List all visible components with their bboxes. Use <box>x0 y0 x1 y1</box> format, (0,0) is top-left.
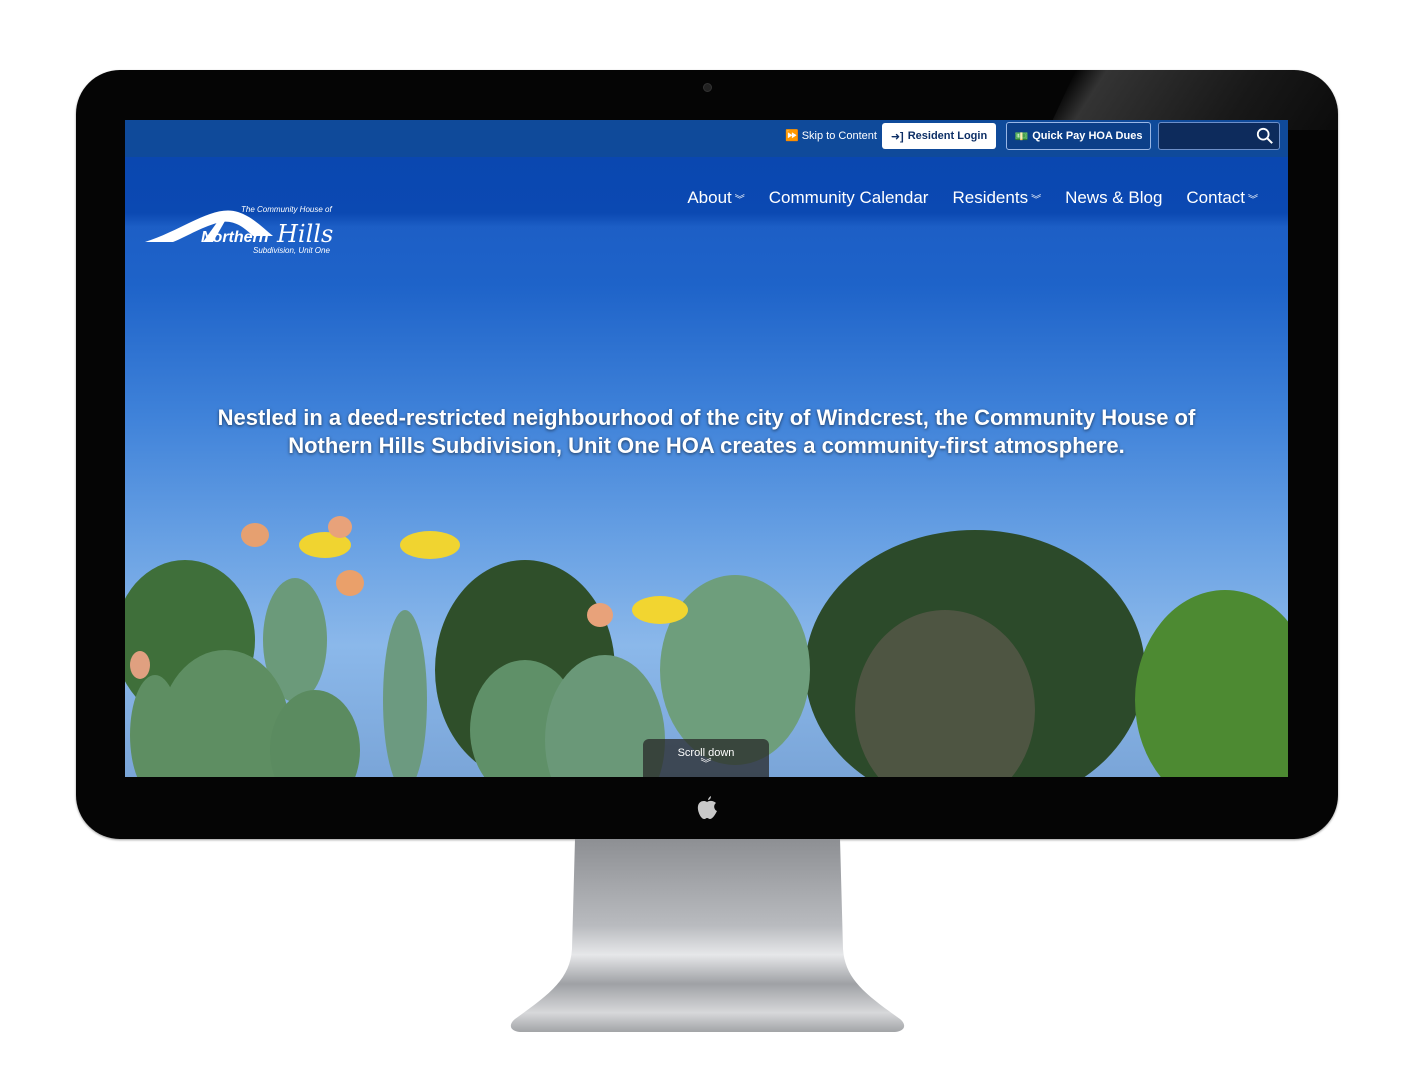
logo-name2: Hills <box>276 220 333 248</box>
hero-tagline: Nestled in a deed-restricted neighbourho… <box>217 405 1196 458</box>
hero-image <box>125 516 1288 777</box>
resident-login-button[interactable]: ➜] Resident Login <box>882 123 996 149</box>
sign-in-icon: ➜] <box>890 130 904 143</box>
nav-label: Contact <box>1186 188 1245 207</box>
apple-icon <box>697 796 717 819</box>
monitor-stand <box>510 839 905 1032</box>
money-bill-icon: 💵 <box>1014 130 1029 143</box>
logo-line1: The Community House of <box>241 205 332 214</box>
nav-item-news-blog[interactable]: News & Blog <box>1053 188 1174 208</box>
nav-item-contact[interactable]: Contact ︾ <box>1174 188 1270 208</box>
chevron-down-icon: ︾ <box>734 194 745 206</box>
chevron-down-icon: ︾ <box>1248 194 1258 206</box>
nav-item-about[interactable]: About ︾ <box>675 188 756 208</box>
nav-label: Residents <box>952 188 1029 207</box>
nav-label: About <box>687 188 732 207</box>
pay-label: Quick Pay HOA Dues <box>1032 130 1143 142</box>
primary-nav: About ︾ Community Calendar Residents ︾ News &… <box>675 188 1270 208</box>
logo-line3: Subdivision, Unit One <box>253 246 330 255</box>
site-logo[interactable]: The Community House of Northern Hills Su… <box>143 200 343 260</box>
screen: ⏩ Skip to Content ➜] Resident Login 💵 Qu… <box>125 120 1288 777</box>
nav-item-residents[interactable]: Residents ︾ <box>940 188 1053 208</box>
utility-bar: ⏩ Skip to Content ➜] Resident Login 💵 Qu… <box>125 120 1288 157</box>
search-input[interactable] <box>1158 122 1280 150</box>
skip-to-content-link[interactable]: ⏩ Skip to Content <box>785 129 877 143</box>
login-label: Resident Login <box>907 130 988 142</box>
chevron-down-icon: ︾ <box>1031 194 1042 206</box>
camera <box>703 83 712 92</box>
nav-label: News & Blog <box>1065 188 1163 207</box>
logo-mark: The Community House of Northern Hills Su… <box>145 205 333 255</box>
search-icon[interactable] <box>1256 127 1274 145</box>
logo-name1: Northern <box>201 229 269 246</box>
skip-label: Skip to Content <box>801 129 877 142</box>
nav-item-community-calendar[interactable]: Community Calendar <box>757 188 941 208</box>
nav-label: Community Calendar <box>768 188 929 207</box>
scroll-down-button[interactable]: Scroll down ︾ <box>643 739 769 777</box>
double-chevron-down-icon: ︾ <box>700 758 712 770</box>
quick-pay-button[interactable]: 💵 Quick Pay HOA Dues <box>1006 122 1151 150</box>
fast-forward-icon: ⏩ <box>785 130 799 142</box>
